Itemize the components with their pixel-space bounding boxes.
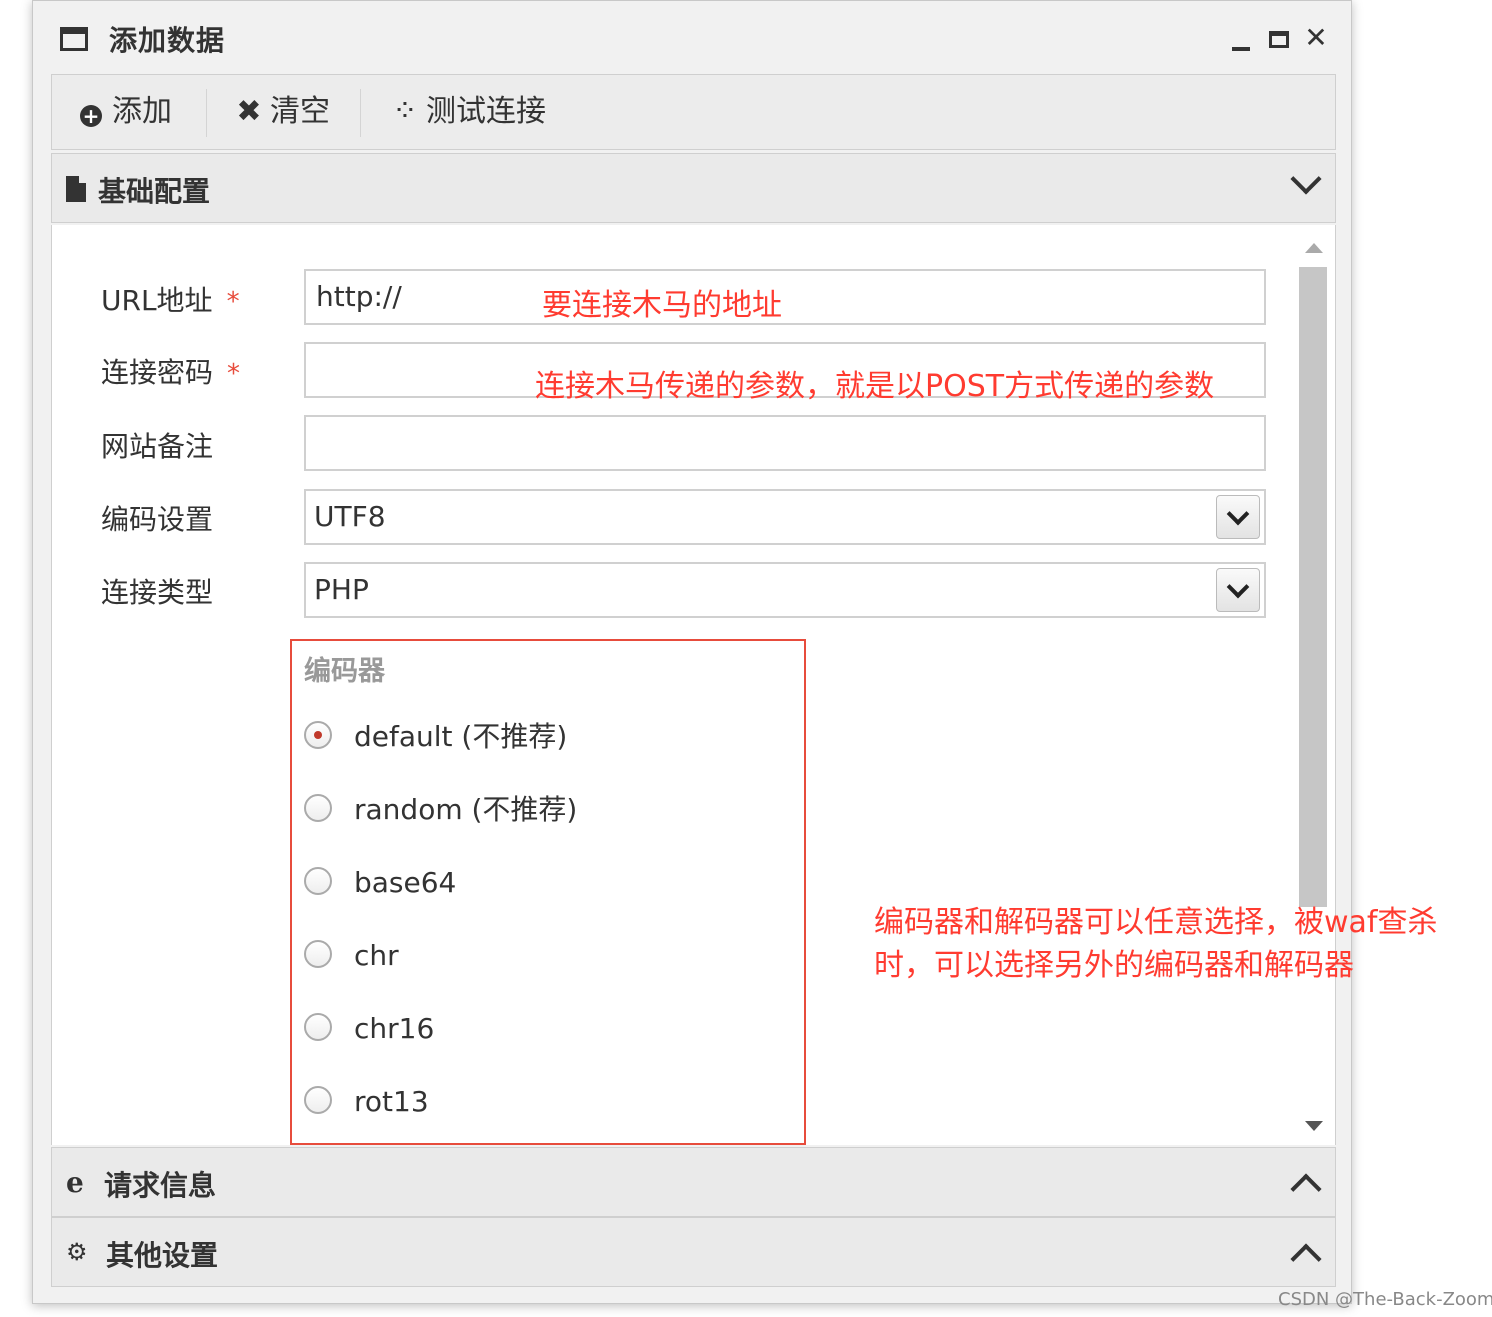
panel-title-basic: 基础配置 <box>98 175 211 208</box>
encoder-option-label: chr16 <box>354 1012 435 1045</box>
scroll-down-arrow-icon[interactable] <box>1305 1121 1323 1131</box>
encoder-option-label: rot13 <box>354 1085 429 1118</box>
document-icon <box>66 176 86 202</box>
panel-header-basic[interactable]: 基础配置 <box>51 153 1336 223</box>
clear-button[interactable]: ✖ 清空 <box>236 75 330 149</box>
url-label: URL地址 * <box>101 284 240 317</box>
minimize-icon[interactable] <box>1226 21 1256 55</box>
vertical-scrollbar[interactable] <box>1297 235 1329 1135</box>
toolbar: + 添加 ✖ 清空 ⁘ 测试连接 <box>51 74 1336 150</box>
test-connection-button[interactable]: ⁘ 测试连接 <box>392 75 546 149</box>
radio-button[interactable] <box>304 721 332 749</box>
gears-icon: ⚙ <box>66 1238 88 1266</box>
toolbar-divider <box>360 89 361 137</box>
ie-icon: e <box>66 1166 84 1199</box>
url-input-field[interactable] <box>314 279 518 314</box>
encoding-value: UTF8 <box>314 500 386 533</box>
encoding-select[interactable]: UTF8 <box>304 489 1266 545</box>
maximize-icon[interactable] <box>1263 21 1293 55</box>
encoder-option-label: chr <box>354 939 399 972</box>
chevron-up-icon <box>1290 1243 1322 1275</box>
x-icon: ✖ <box>236 94 262 129</box>
add-data-dialog: 添加数据 ✕ + 添加 ✖清空 ⁘测试连接 基础配置 URL地址* 连接密码* 网… <box>32 0 1352 1304</box>
panel-header-other[interactable]: ⚙ 其他设置 <box>51 1217 1336 1287</box>
watermark: CSDN @The-Back-Zoom <box>1278 1289 1492 1310</box>
chevron-up-icon <box>1290 1173 1322 1205</box>
scroll-up-arrow-icon[interactable] <box>1305 243 1323 253</box>
add-button-label: 添加 <box>112 94 172 129</box>
encoder-group: 编码器 default (不推荐) random (不推荐) base64 ch… <box>290 639 806 1145</box>
close-icon[interactable]: ✕ <box>1301 21 1331 55</box>
note-label: 网站备注 <box>101 430 214 463</box>
chevron-down-icon[interactable] <box>1216 568 1260 612</box>
scrollbar-thumb[interactable] <box>1299 267 1327 907</box>
type-label: 连接类型 <box>101 576 214 609</box>
annotation-encoder-line2: 时，可以选择另外的编码器和解码器 <box>874 948 1354 983</box>
annotation-password: 连接木马传递的参数，就是以POST方式传递的参数 <box>535 369 1215 404</box>
add-button[interactable]: + 添加 <box>80 75 172 149</box>
radio-button[interactable] <box>304 1013 332 1041</box>
test-connection-label: 测试连接 <box>426 94 546 129</box>
plus-circle-icon: + <box>80 105 102 127</box>
radio-button[interactable] <box>304 1086 332 1114</box>
url-input[interactable] <box>304 269 1266 325</box>
panel-header-request[interactable]: e 请求信息 <box>51 1147 1336 1217</box>
encoder-option-label: random (不推荐) <box>354 793 578 826</box>
required-mark: * <box>226 287 240 317</box>
annotation-encoder-line1: 编码器和解码器可以任意选择，被waf查杀 <box>874 905 1438 940</box>
window-icon <box>60 27 88 51</box>
connection-type-value: PHP <box>314 573 369 606</box>
panel-title-other: 其他设置 <box>106 1239 219 1272</box>
note-input[interactable] <box>304 415 1266 471</box>
required-mark: * <box>227 359 241 389</box>
chevron-down-icon[interactable] <box>1216 495 1260 539</box>
encoding-label: 编码设置 <box>101 503 214 536</box>
password-label: 连接密码 * <box>101 356 241 389</box>
dialog-title: 添加数据 <box>109 24 226 57</box>
toolbar-divider <box>206 89 207 137</box>
radio-button[interactable] <box>304 867 332 895</box>
clear-button-label: 清空 <box>270 94 330 129</box>
encoder-option-label: default (不推荐) <box>354 720 568 753</box>
annotation-url: 要连接木马的地址 <box>542 288 782 323</box>
encoder-option-label: base64 <box>354 866 457 899</box>
radio-button[interactable] <box>304 794 332 822</box>
connection-type-select[interactable]: PHP <box>304 562 1266 618</box>
title-bar: 添加数据 ✕ <box>33 1 1351 73</box>
panel-title-request: 请求信息 <box>104 1169 217 1202</box>
encoder-title: 编码器 <box>304 656 385 687</box>
chevron-down-icon <box>1290 163 1322 195</box>
radio-button[interactable] <box>304 940 332 968</box>
spinner-icon: ⁘ <box>392 94 418 129</box>
